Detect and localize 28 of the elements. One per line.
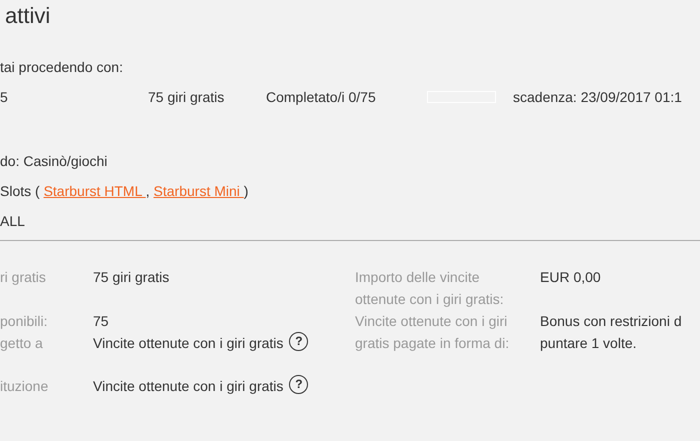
detail-value: 75 giri gratis bbox=[93, 268, 170, 287]
separator-text: , bbox=[146, 183, 150, 199]
mode-text: do: Casinò/giochi bbox=[0, 152, 108, 171]
summary-text: Completato/i 0/75 bbox=[266, 89, 377, 105]
detail-label: ottenute con i giri gratis: bbox=[355, 290, 505, 309]
detail-value: EUR 0,00 bbox=[540, 268, 601, 287]
expiry-text: scadenza: 23/09/2017 01:1 bbox=[513, 89, 683, 105]
platform-text: ALL bbox=[0, 212, 26, 231]
detail-label: Importo delle vincite bbox=[355, 268, 481, 287]
bracket-text: ) bbox=[244, 183, 248, 199]
summary-text: 75 giri gratis bbox=[148, 89, 226, 105]
intro-text: tai procedendo con: bbox=[0, 58, 124, 77]
detail-label: Vincite ottenute con i giri bbox=[355, 312, 508, 331]
help-icon[interactable]: ? bbox=[289, 375, 308, 394]
games-label: Slots ( bbox=[0, 183, 40, 199]
detail-label: getto a bbox=[0, 334, 44, 353]
detail-label: ponibili: bbox=[0, 312, 48, 331]
detail-value: Vincite ottenute con i giri gratis bbox=[93, 334, 284, 353]
detail-label: ituzione bbox=[0, 377, 50, 396]
help-icon[interactable]: ? bbox=[289, 332, 308, 351]
summary-text: 5 bbox=[0, 89, 9, 105]
detail-value: puntare 1 volte. bbox=[540, 334, 638, 353]
detail-value: 75 bbox=[93, 312, 109, 331]
detail-value: Vincite ottenute con i giri gratis bbox=[93, 377, 284, 396]
detail-label: gratis pagate in forma di: bbox=[355, 334, 510, 353]
detail-label: ri gratis bbox=[0, 268, 47, 287]
page-title: attivi bbox=[5, 3, 52, 29]
detail-value: Bonus con restrizioni d bbox=[540, 312, 682, 331]
